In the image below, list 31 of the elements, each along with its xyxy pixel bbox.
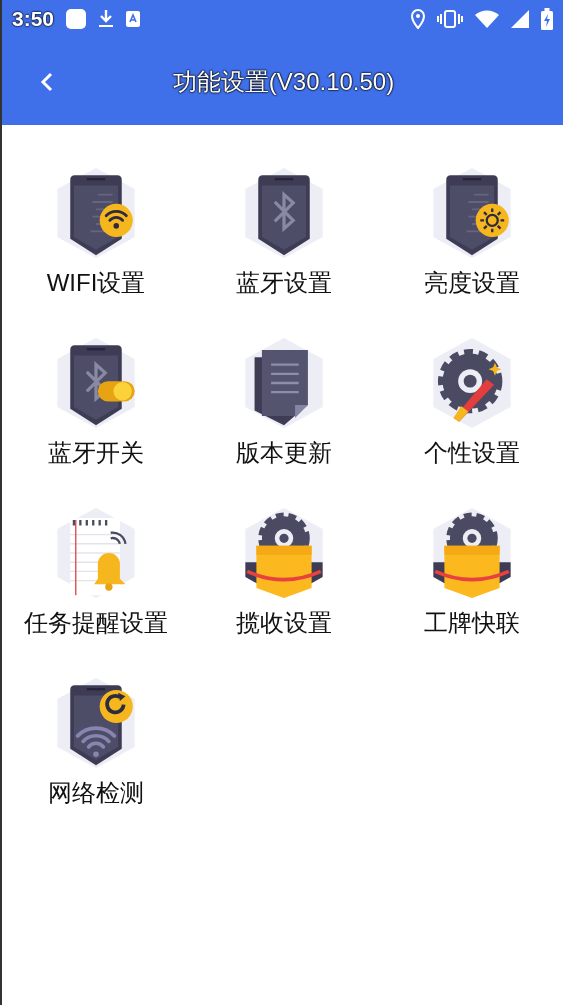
tile-label: 版本更新: [236, 438, 332, 468]
location-icon: [411, 9, 425, 29]
settings-tile[interactable]: 任务提醒设置: [2, 503, 190, 639]
tile-label: 个性设置: [424, 438, 520, 468]
tile-label: 网络检测: [48, 778, 144, 808]
battery-charging-icon: [541, 8, 553, 30]
page-title: 功能设置(V30.10.50): [171, 66, 395, 97]
settings-tile[interactable]: 版本更新: [190, 333, 378, 469]
wifi-icon: [475, 10, 499, 28]
tile-label: 工牌快联: [424, 608, 520, 638]
download-icon: [98, 9, 115, 29]
signal-icon: [511, 10, 529, 28]
tile-label: WIFI设置: [46, 268, 146, 298]
tile-label: 蓝牙开关: [48, 438, 144, 468]
settings-tile[interactable]: 网络检测: [2, 673, 190, 809]
settings-tile[interactable]: 工牌快联: [378, 503, 563, 639]
settings-tile[interactable]: 亮度设置: [378, 163, 563, 299]
settings-tile[interactable]: 蓝牙开关: [2, 333, 190, 469]
tile-label: 任务提醒设置: [24, 608, 168, 638]
settings-tile[interactable]: 个性设置: [378, 333, 563, 469]
settings-tile[interactable]: 揽收设置: [190, 503, 378, 639]
app-square-icon: [66, 9, 87, 29]
settings-tile[interactable]: WIFI设置: [2, 163, 190, 299]
app-notification-icon: [126, 11, 141, 27]
settings-tile[interactable]: 蓝牙设置: [190, 163, 378, 299]
tile-label: 蓝牙设置: [236, 268, 332, 298]
status-time: 3:50: [12, 7, 55, 31]
tile-label: 亮度设置: [424, 268, 520, 298]
tile-label: 揽收设置: [236, 608, 332, 638]
back-icon: [40, 70, 54, 93]
vibrate-icon: [437, 9, 463, 29]
